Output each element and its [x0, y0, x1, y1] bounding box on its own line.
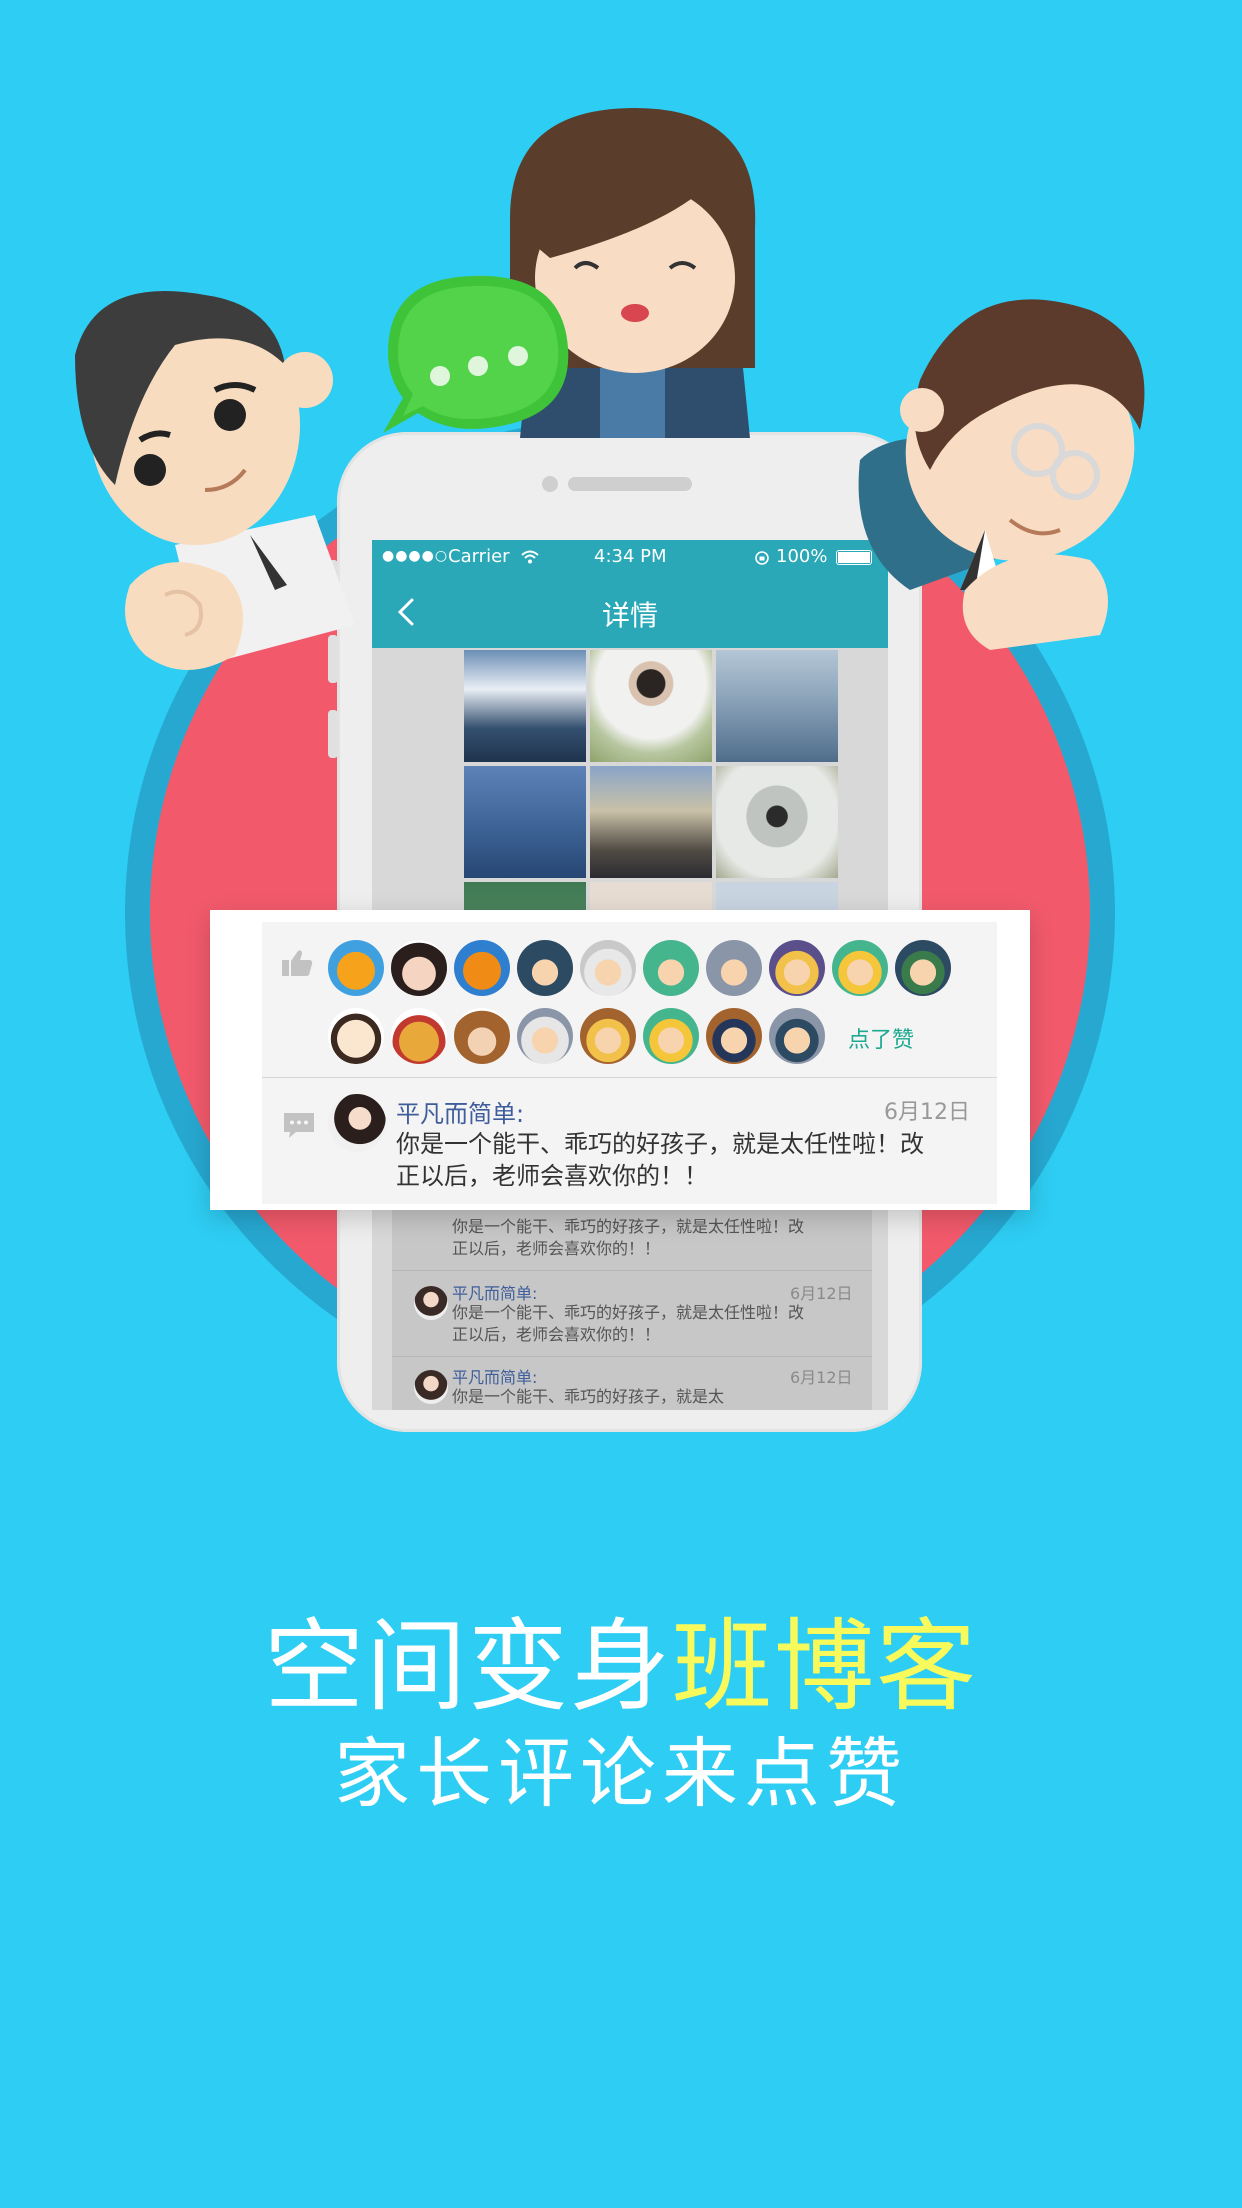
avatar[interactable]: [517, 1008, 573, 1064]
comment-date: 6月12日: [884, 1100, 970, 1125]
slogan-main-highlight: 班博客: [672, 1608, 978, 1725]
divider: [392, 1356, 872, 1357]
avatar[interactable]: [454, 940, 510, 996]
comment-author[interactable]: 平凡而简单:: [396, 1094, 524, 1129]
avatar[interactable]: [391, 940, 447, 996]
man-character-left: [75, 291, 355, 670]
comment-body: 你是一个能干、乖巧的好孩子，就是太任性啦！改 正以后，老师会喜欢你的！！: [396, 1128, 986, 1192]
photo-thumbnail[interactable]: [590, 766, 712, 878]
slogan-sub: 家长评论来点赞: [334, 1729, 908, 1818]
avatar[interactable]: [580, 1008, 636, 1064]
photo-thumbnail[interactable]: [464, 650, 586, 762]
battery-label: 100%: [776, 546, 828, 567]
comment-text: 正以后，老师会喜欢你的！！: [452, 1325, 661, 1344]
avatar[interactable]: [580, 940, 636, 996]
photo-thumbnail[interactable]: [716, 766, 838, 878]
avatar[interactable]: [391, 1008, 447, 1064]
avatar[interactable]: [769, 940, 825, 996]
carrier-label: Carrier: [448, 546, 510, 567]
comment-text-line: 正以后，老师会喜欢你的！！: [396, 1162, 708, 1190]
avatar[interactable]: [769, 1008, 825, 1064]
comment-text-line: 你是一个能干、乖巧的好孩子，就是太任性啦！改: [396, 1130, 924, 1158]
phone-speaker: [568, 477, 692, 491]
comment-list: 你是一个能干、乖巧的好孩子，就是太任性啦！改 正以后，老师会喜欢你的！！ 平凡而…: [392, 1200, 872, 1410]
signal-icon: ●●●●○: [382, 548, 449, 564]
likes-comment-card: 点了赞 平凡而简单: 6月12日 你是一个能干、乖巧的好孩子，就是太任性啦！改 …: [262, 922, 997, 1204]
time-label: 4:34 PM: [594, 546, 667, 567]
comment-text: 正以后，老师会喜欢你的！！: [452, 1239, 661, 1258]
commenter-avatar[interactable]: [328, 1094, 386, 1152]
avatar[interactable]: [832, 940, 888, 996]
slogan-main-white: 空间变身: [264, 1608, 672, 1725]
divider: [392, 1270, 872, 1271]
liked-label: 点了赞: [848, 1028, 915, 1053]
avatar[interactable]: [643, 1008, 699, 1064]
status-bar: ●●●●○ Carrier 4:34 PM 100%: [372, 540, 888, 576]
rotation-lock-icon: [755, 551, 769, 565]
thumbs-up-icon[interactable]: [280, 948, 314, 978]
phone-volume-down: [328, 710, 338, 758]
avatar[interactable]: [706, 1008, 762, 1064]
phone-camera: [542, 476, 558, 492]
comment-text: 你是一个能干、乖巧的好孩子，就是太任性啦！改: [452, 1217, 805, 1236]
avatar[interactable]: [517, 940, 573, 996]
avatar[interactable]: [895, 940, 951, 996]
photo-thumbnail[interactable]: [464, 766, 586, 878]
divider: [262, 1077, 997, 1078]
avatar[interactable]: [328, 1008, 384, 1064]
comment-text: 你是一个能干、乖巧的好孩子，就是太任性啦！改: [452, 1303, 805, 1322]
comment-date: 6月12日: [790, 1368, 853, 1387]
comment-author[interactable]: 平凡而简单:: [452, 1280, 537, 1304]
comment-date: 6月12日: [790, 1284, 853, 1303]
avatar[interactable]: [706, 940, 762, 996]
nav-title: 详情: [601, 599, 658, 632]
comment-icon[interactable]: [282, 1110, 316, 1140]
chat-bubble-icon: [383, 275, 569, 433]
avatar[interactable]: [414, 1370, 448, 1404]
avatar[interactable]: [454, 1008, 510, 1064]
wifi-icon: [521, 550, 539, 564]
photo-thumbnail[interactable]: [590, 650, 712, 762]
nav-bar: 详情: [372, 576, 888, 648]
comment-author[interactable]: 平凡而简单:: [452, 1364, 537, 1388]
avatar[interactable]: [643, 940, 699, 996]
avatar[interactable]: [328, 940, 384, 996]
avatar[interactable]: [414, 1286, 448, 1320]
man-character-right: [858, 299, 1145, 650]
slogan-main: 空间变身班博客: [0, 1585, 1242, 1730]
photo-thumbnail[interactable]: [716, 650, 838, 762]
comment-text: 你是一个能干、乖巧的好孩子，就是太: [452, 1387, 725, 1406]
